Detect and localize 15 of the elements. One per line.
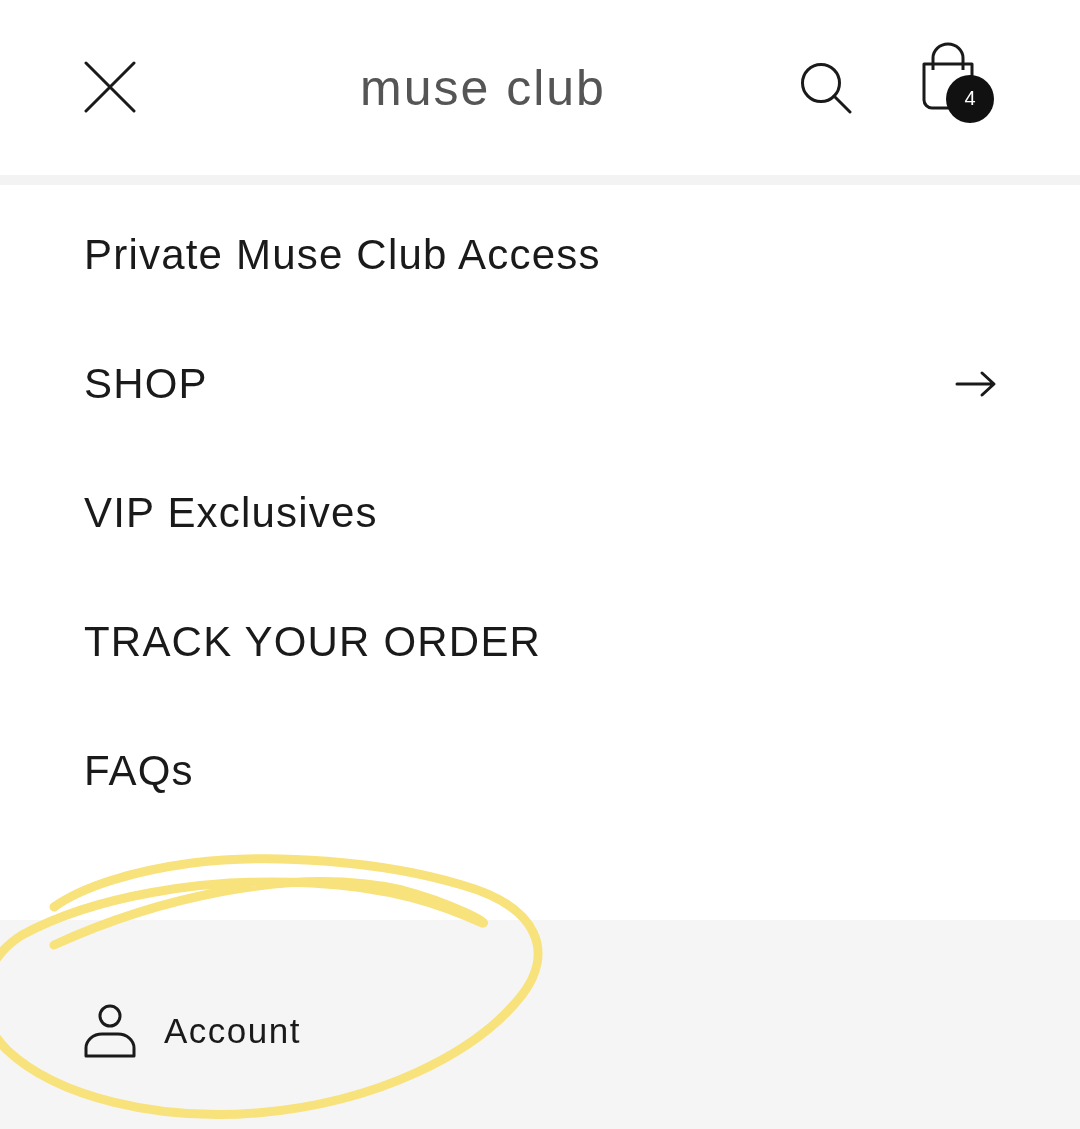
menu-item[interactable]: VIP Exclusives bbox=[0, 448, 1080, 577]
menu-item[interactable]: Private Muse Club Access bbox=[0, 190, 1080, 319]
search-icon bbox=[800, 61, 852, 114]
close-button[interactable] bbox=[84, 60, 136, 113]
close-icon bbox=[84, 60, 136, 113]
menu-item[interactable]: SHOP bbox=[0, 319, 1080, 448]
logo-text[interactable]: muse club bbox=[286, 58, 680, 117]
cart-count-badge: 4 bbox=[946, 74, 994, 123]
arrow-right-icon bbox=[955, 369, 997, 398]
menu-item[interactable]: TRACK YOUR ORDER bbox=[0, 577, 1080, 706]
cart-button[interactable]: 4 bbox=[920, 41, 996, 122]
search-button[interactable] bbox=[800, 61, 852, 114]
person-icon bbox=[84, 1004, 136, 1058]
menu-item[interactable]: FAQs bbox=[0, 706, 1080, 835]
account-link[interactable]: Account bbox=[84, 1004, 301, 1058]
